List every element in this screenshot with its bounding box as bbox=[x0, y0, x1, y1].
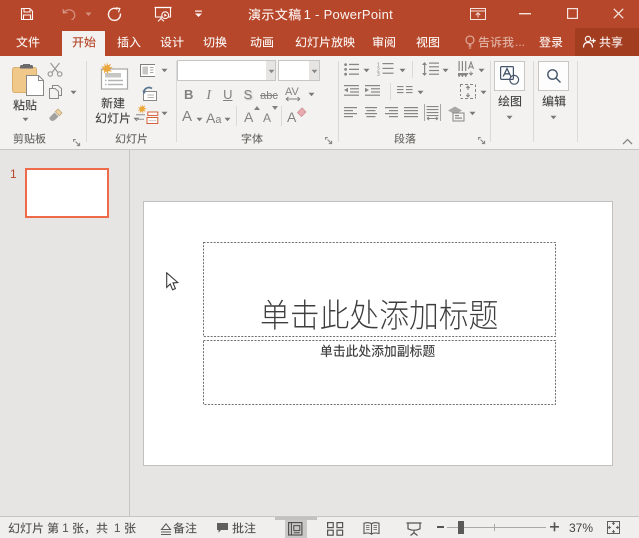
svg-text:AV: AV bbox=[285, 86, 300, 98]
svg-text:3: 3 bbox=[377, 72, 380, 76]
